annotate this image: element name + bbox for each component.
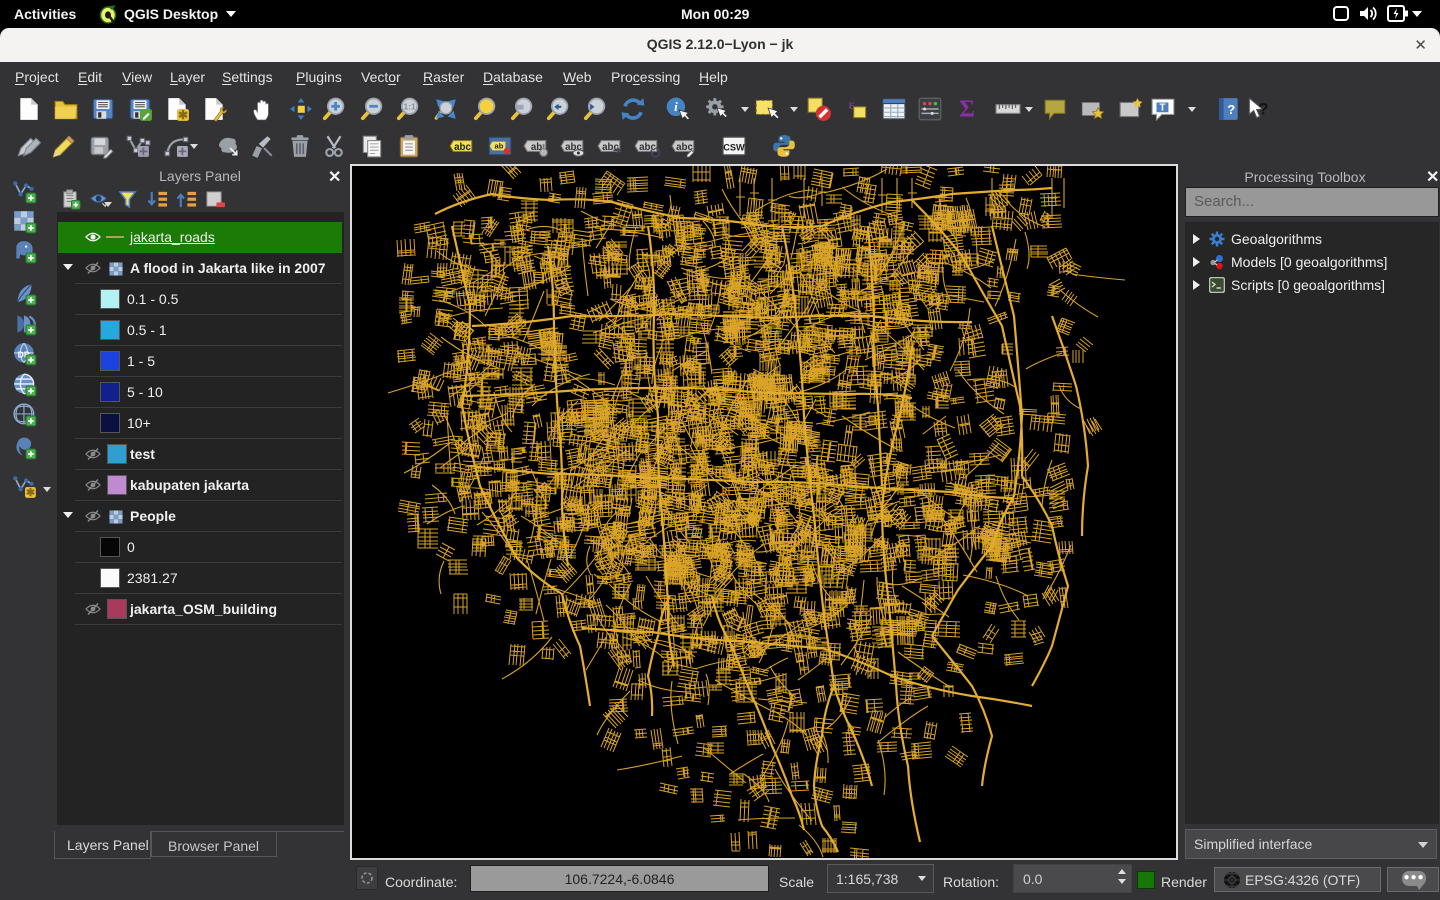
svg-text:Σ: Σ [959, 97, 975, 122]
svg-text:1:1: 1:1 [403, 102, 416, 112]
svg-text:T: T [1159, 103, 1165, 114]
svg-text:✱: ✱ [26, 487, 35, 499]
svg-text:CSW: CSW [723, 142, 745, 152]
svg-text:abc: abc [454, 142, 471, 153]
svg-text:?: ? [1258, 100, 1268, 118]
svg-text:i: i [674, 99, 678, 114]
svg-text:abc: abc [639, 142, 656, 153]
svg-text:✱: ✱ [178, 108, 188, 122]
svg-text:ab: ab [494, 142, 503, 151]
svg-text:?: ? [1227, 102, 1235, 117]
